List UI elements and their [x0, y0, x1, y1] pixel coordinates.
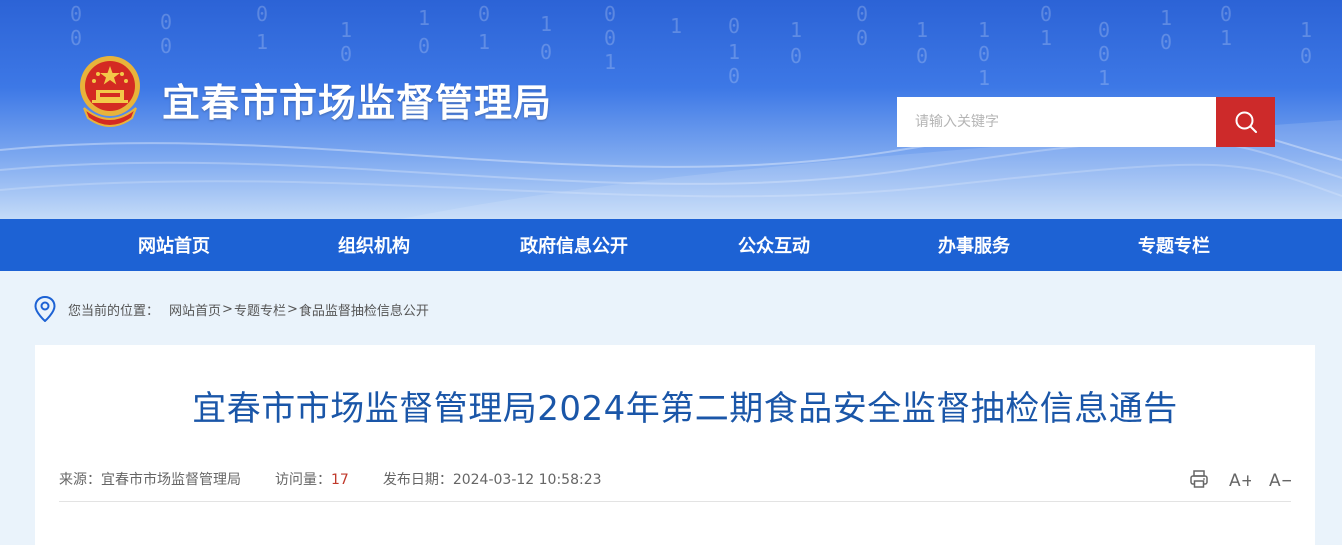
font-increase-label: A+	[1229, 471, 1251, 490]
source-value: 宜春市市场监督管理局	[101, 472, 241, 488]
national-emblem-icon	[74, 52, 146, 128]
meta-divider	[59, 501, 1291, 502]
nav-item-public-interaction[interactable]: 公众互动	[674, 232, 874, 258]
nav-item-special-topics[interactable]: 专题专栏	[1074, 232, 1274, 258]
breadcrumb-separator: >	[222, 301, 233, 317]
site-header: 00 00 01 10 10 01 10 001 1 010 10 00 10 …	[0, 0, 1342, 219]
font-increase-icon: A+	[1229, 471, 1251, 490]
date-label: 发布日期：	[382, 472, 453, 488]
printer-icon	[1190, 470, 1208, 488]
site-title: 宜春市市场监督管理局	[162, 81, 553, 125]
views-label: 访问量：	[275, 472, 331, 488]
font-decrease-label: A−	[1269, 471, 1291, 490]
font-increase-button[interactable]: A+	[1219, 467, 1259, 491]
breadcrumb-separator: >	[286, 301, 298, 317]
article-title: 宜春市市场监督管理局2024年第二期食品安全监督抽检信息通告	[192, 389, 1178, 429]
breadcrumb-label: 您当前的位置：	[68, 303, 160, 319]
search-input[interactable]	[897, 97, 1216, 147]
source-label: 来源：	[59, 472, 101, 488]
nav-item-home[interactable]: 网站首页	[74, 232, 274, 258]
nav-item-gov-info[interactable]: 政府信息公开	[474, 232, 674, 258]
breadcrumb-link-food-inspection[interactable]: 食品监督抽检信息公开	[299, 300, 429, 319]
main-nav: 网站首页 组织机构 政府信息公开 公众互动 办事服务 专题专栏	[0, 219, 1342, 271]
article-tools: A+ A−	[1179, 467, 1299, 491]
article-date: 发布日期：2024-03-12 10:58:23	[383, 469, 602, 489]
search-bar	[897, 97, 1275, 147]
nav-item-services[interactable]: 办事服务	[874, 232, 1074, 258]
search-icon	[1235, 111, 1257, 133]
print-button[interactable]	[1179, 467, 1219, 491]
views-value: 17	[331, 472, 349, 488]
breadcrumb: 您当前的位置： 网站首页 > 专题专栏 > 食品监督抽检信息公开	[34, 296, 429, 322]
font-decrease-icon: A−	[1269, 471, 1291, 490]
nav-item-organization[interactable]: 组织机构	[274, 232, 474, 258]
article-meta: 来源：宜春市市场监督管理局 访问量：17 发布日期：2024-03-12 10:…	[59, 469, 636, 489]
article-source: 来源：宜春市市场监督管理局	[59, 469, 241, 489]
article-panel: 宜春市市场监督管理局2024年第二期食品安全监督抽检信息通告 来源：宜春市市场监…	[35, 345, 1315, 545]
breadcrumb-link-special-topics[interactable]: 专题专栏	[234, 300, 286, 319]
location-pin-icon	[34, 296, 56, 322]
article-views: 访问量：17	[275, 469, 349, 489]
date-value: 2024-03-12 10:58:23	[452, 472, 602, 488]
search-button[interactable]	[1216, 97, 1275, 147]
font-decrease-button[interactable]: A−	[1259, 467, 1299, 491]
breadcrumb-link-home[interactable]: 网站首页	[169, 300, 221, 319]
